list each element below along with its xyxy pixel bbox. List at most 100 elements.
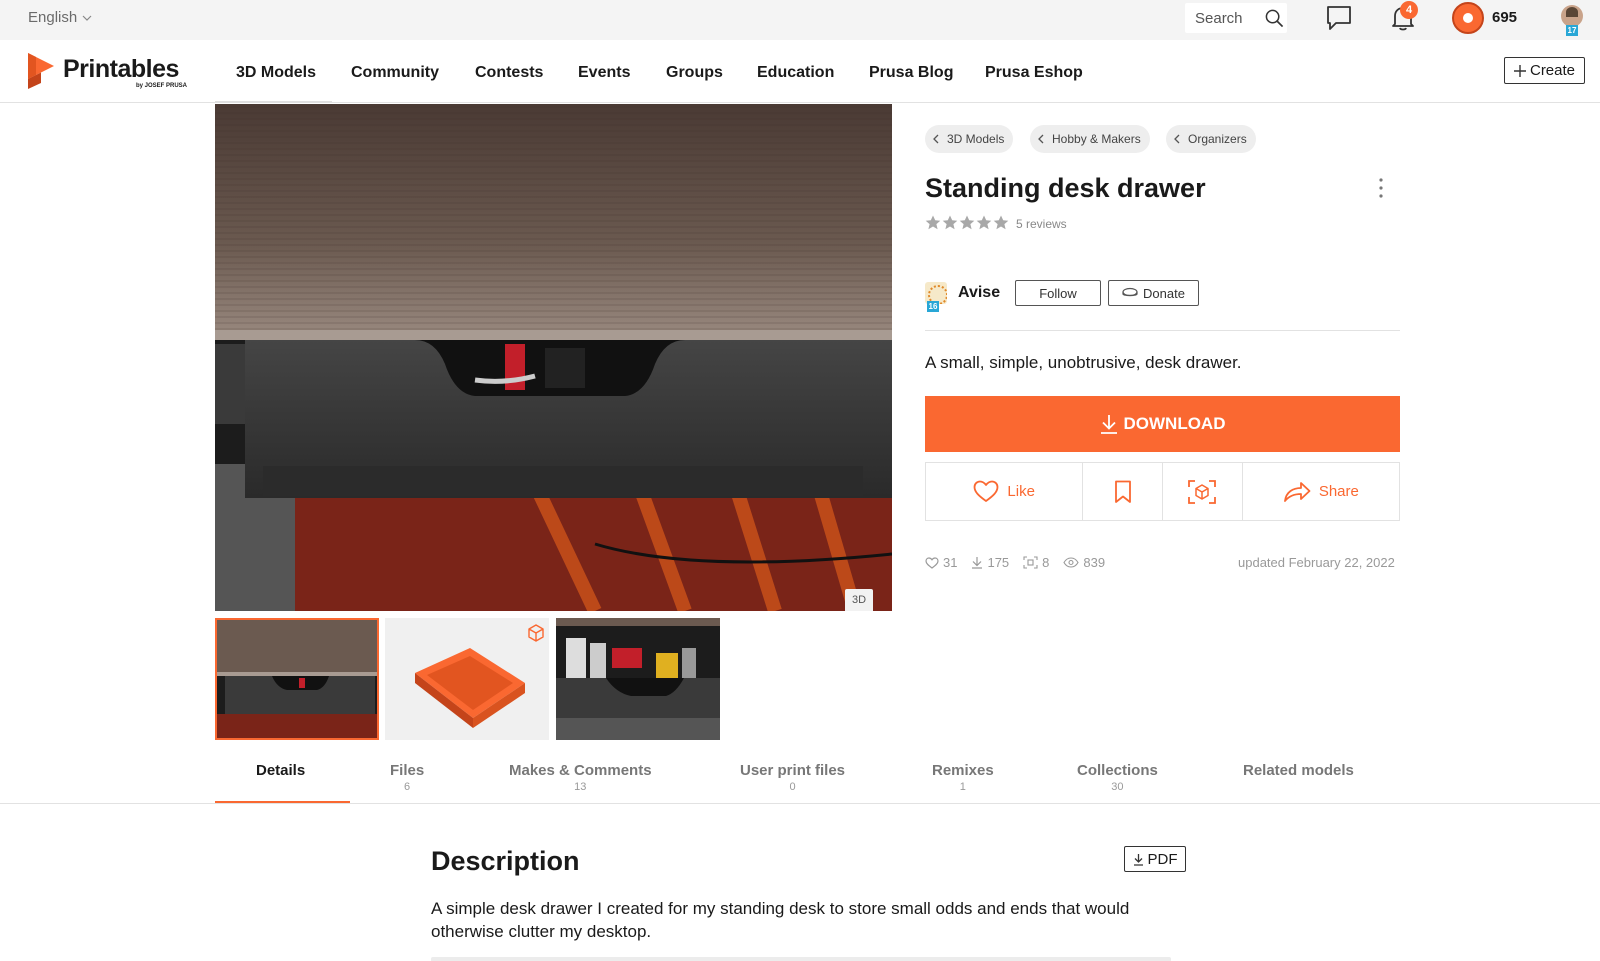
views-stat: 839 (1063, 555, 1105, 570)
description-title: Description (431, 846, 580, 876)
download-icon (1133, 853, 1143, 866)
search-input[interactable] (1195, 9, 1251, 27)
share-button[interactable]: Share (1243, 463, 1399, 520)
tab-user-print-files[interactable]: User print files 0 (740, 762, 845, 793)
likes-stat: 31 (925, 555, 957, 570)
user-level-badge: 17 (1566, 25, 1578, 36)
tab-related-models[interactable]: Related models (1243, 762, 1354, 779)
tab-details[interactable]: Details (256, 762, 305, 779)
language-selector[interactable]: English (28, 9, 92, 26)
3d-badge: 3D (845, 589, 873, 611)
heart-icon (973, 480, 999, 502)
printables-logo[interactable]: Printables by JOSEF PRUSA (28, 53, 187, 89)
tab-makes-comments[interactable]: Makes & Comments 13 (509, 762, 652, 793)
chevron-down-icon (82, 15, 92, 21)
tab-count: 1 (959, 781, 966, 793)
coin-icon (1122, 287, 1138, 297)
rating-stars (925, 215, 1009, 230)
nav-contests[interactable]: Contests (475, 64, 543, 82)
create-label: Create (1529, 62, 1576, 79)
star-icon (942, 215, 958, 230)
model-summary: A small, simple, unobtrusive, desk drawe… (925, 353, 1242, 372)
search-icon[interactable] (1265, 9, 1284, 28)
tabs-divider (0, 803, 1600, 804)
nav-education[interactable]: Education (757, 64, 834, 82)
tab-label: Remixes (932, 762, 994, 779)
updated-date: updated February 22, 2022 (1238, 555, 1395, 570)
follow-button[interactable]: Follow (1015, 280, 1101, 306)
share-label: Share (1318, 483, 1359, 500)
tab-remixes[interactable]: Remixes 1 (932, 762, 994, 793)
author-name[interactable]: Avise (958, 284, 1000, 302)
search-box[interactable] (1185, 3, 1287, 33)
logo-text: Printables (63, 55, 179, 83)
language-label: English (28, 9, 78, 26)
printables-logo-icon (28, 53, 54, 89)
author-level-badge: 16 (927, 301, 939, 312)
model-stats: 31 175 8 839 (925, 555, 1105, 570)
chevron-left-icon (1174, 134, 1180, 144)
breadcrumb-3d-models[interactable]: 3D Models (925, 125, 1014, 153)
nav-prusa-eshop[interactable]: Prusa Eshop (985, 64, 1083, 82)
bookmark-button[interactable] (1083, 463, 1163, 520)
download-icon (972, 557, 983, 569)
eye-icon (1063, 557, 1080, 568)
top-bar: English 4 695 17 (0, 0, 1600, 40)
tab-count: 13 (574, 781, 587, 793)
pdf-button[interactable]: PDF (1124, 846, 1186, 872)
bookmark-icon (1114, 480, 1131, 503)
star-icon (959, 215, 975, 230)
reviews-link[interactable]: 5 reviews (1016, 217, 1067, 231)
prints-stat: 8 (1023, 555, 1049, 570)
nav-prusa-blog[interactable]: Prusa Blog (869, 64, 953, 82)
thumbnail-1-image (217, 620, 377, 738)
donate-button[interactable]: Donate (1108, 280, 1199, 306)
nav-community[interactable]: Community (351, 64, 439, 82)
tab-collections[interactable]: Collections 30 (1077, 762, 1158, 793)
nav-groups[interactable]: Groups (666, 64, 723, 82)
main-model-image[interactable]: 3D (215, 104, 892, 611)
drawer-photo (215, 104, 892, 611)
like-label: Like (1007, 483, 1035, 500)
more-options-icon[interactable] (1378, 177, 1384, 199)
download-button[interactable]: DOWNLOAD (925, 396, 1400, 452)
chevron-left-icon (933, 134, 939, 144)
print-3d-button[interactable] (1163, 463, 1243, 520)
thumbnail-3-image (556, 618, 720, 740)
create-button[interactable]: Create (1504, 57, 1585, 84)
downloads-count: 175 (987, 555, 1010, 570)
breadcrumb-hobby-makers[interactable]: Hobby & Makers (1030, 125, 1150, 153)
main-nav: Printables by JOSEF PRUSA 3D Models Comm… (0, 40, 1600, 103)
tab-label: Details (256, 762, 306, 779)
tab-count: 6 (404, 781, 411, 793)
breadcrumb-organizers[interactable]: Organizers (1166, 125, 1256, 153)
tab-count: 0 (789, 781, 796, 793)
spool-icon[interactable] (1452, 2, 1484, 34)
donate-label: Donate (1143, 285, 1185, 301)
tab-count: 30 (1111, 781, 1124, 793)
thumbnail-1[interactable] (215, 618, 379, 740)
likes-count: 31 (943, 555, 958, 570)
nav-events[interactable]: Events (578, 64, 630, 82)
thumbnail-3[interactable] (556, 618, 720, 740)
nav-active-indicator (215, 101, 332, 103)
messages-icon[interactable] (1325, 4, 1353, 32)
heart-icon (925, 556, 939, 569)
downloads-stat: 175 (971, 555, 1009, 570)
thumbnail-2[interactable] (385, 618, 549, 740)
download-icon (1100, 415, 1117, 434)
description-continued (431, 951, 1171, 961)
notifications-badge: 4 (1400, 1, 1418, 19)
nav-3d-models[interactable]: 3D Models (236, 64, 316, 82)
author-divider (925, 330, 1400, 331)
3d-cube-icon (528, 624, 544, 642)
plus-icon (1513, 64, 1526, 77)
tab-files[interactable]: Files 6 (390, 762, 424, 793)
star-icon (993, 215, 1009, 230)
breadcrumb-label: 3D Models (947, 132, 1005, 146)
spools-count: 695 (1492, 9, 1518, 26)
like-button[interactable]: Like (926, 463, 1084, 520)
user-avatar[interactable] (1561, 5, 1583, 27)
tab-label: Collections (1077, 762, 1158, 779)
tab-active-indicator (215, 801, 350, 803)
